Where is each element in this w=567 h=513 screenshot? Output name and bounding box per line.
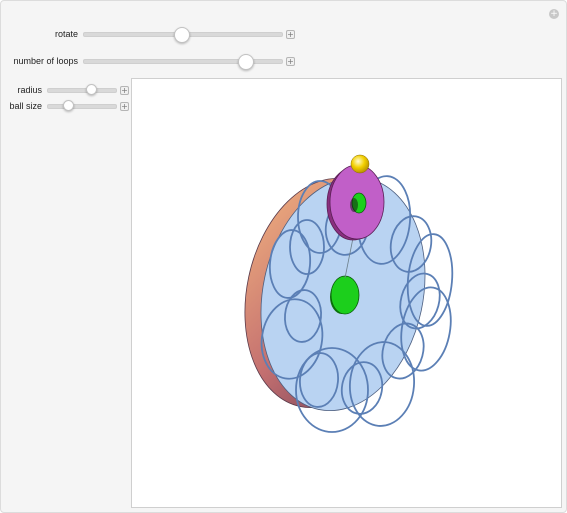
ball-size-expand-icon[interactable]: + <box>120 102 129 111</box>
radius-expand-icon[interactable]: + <box>120 86 129 95</box>
ball-size-slider[interactable] <box>47 104 117 109</box>
number-of-loops-expand-icon[interactable]: + <box>286 57 295 66</box>
center-axle <box>330 275 360 315</box>
radius-slider-thumb[interactable] <box>86 84 97 95</box>
radius-slider[interactable] <box>47 88 117 93</box>
demo-panel: + rotate + number of loops + radius + ba… <box>0 0 567 513</box>
number-of-loops-label: number of loops <box>13 56 78 66</box>
number-of-loops-slider-thumb[interactable] <box>238 54 254 70</box>
ball <box>350 154 370 174</box>
graphics-viewport[interactable] <box>131 78 562 508</box>
spirograph-scene <box>244 154 454 433</box>
ball-size-label: ball size <box>9 101 42 111</box>
small-disk-axle-shadow <box>350 198 358 212</box>
rotate-label: rotate <box>54 29 78 39</box>
radius-label: radius <box>17 85 42 95</box>
plus-circle-icon[interactable]: + <box>549 9 559 19</box>
rotate-expand-icon[interactable]: + <box>286 30 295 39</box>
ball-size-slider-thumb[interactable] <box>63 100 74 111</box>
rotate-slider-thumb[interactable] <box>174 27 190 43</box>
